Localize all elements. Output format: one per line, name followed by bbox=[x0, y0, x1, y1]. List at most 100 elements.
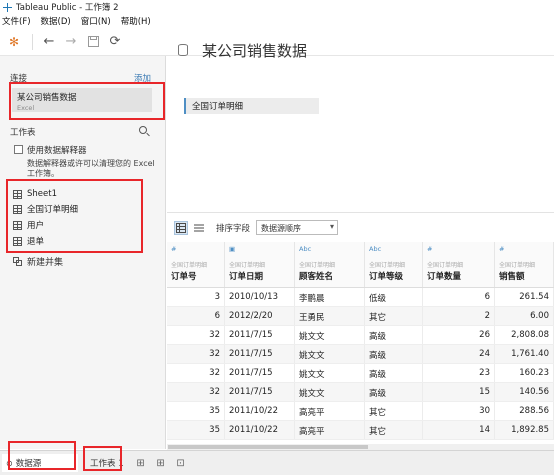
table-cell: 高级 bbox=[365, 383, 423, 401]
list-view-icon[interactable] bbox=[192, 221, 206, 235]
table-cell: 低级 bbox=[365, 288, 423, 306]
scrollbar-thumb[interactable] bbox=[168, 445, 368, 449]
table-cell: 1,761.40 bbox=[495, 345, 554, 363]
table-cell: 32 bbox=[167, 345, 225, 363]
table-cell: 高级 bbox=[365, 326, 423, 344]
table-cell: 24 bbox=[423, 345, 495, 363]
column-header-order-date[interactable]: ▣ 全国订单明细 订单日期 bbox=[225, 242, 295, 287]
string-type-icon[interactable]: Abc bbox=[369, 245, 418, 255]
grid-header-row: # 全国订单明细 订单号 ▣ 全国订单明细 订单日期 Abc 全国订单明细 顾客… bbox=[167, 242, 554, 288]
grid-toolbar: 排序字段 数据源顺序 bbox=[167, 212, 554, 242]
table-cell: 2011/7/15 bbox=[225, 364, 295, 382]
date-type-icon[interactable]: ▣ bbox=[229, 245, 290, 255]
table-row: 32 2011/7/15 姚文文 高级 26 2,808.08 bbox=[167, 326, 554, 345]
data-interpreter-checkbox[interactable] bbox=[14, 145, 23, 154]
toolbar-divider bbox=[32, 33, 33, 50]
datasource-title[interactable]: 某公司销售数据 bbox=[202, 40, 307, 61]
table-cell: 高级 bbox=[365, 364, 423, 382]
column-name: 订单数量 bbox=[427, 272, 462, 282]
tableau-logo-icon[interactable]: ✻ bbox=[6, 34, 22, 50]
table-cell: 高亮平 bbox=[295, 421, 365, 439]
column-header-sales[interactable]: # 全国订单明细 销售额 bbox=[495, 242, 554, 287]
union-icon bbox=[13, 256, 23, 267]
refresh-icon[interactable]: ⟳ bbox=[107, 34, 123, 50]
new-worksheet-icon[interactable]: ⊞ bbox=[134, 456, 148, 470]
column-source: 全国订单明细 bbox=[499, 262, 536, 269]
table-row: 32 2011/7/15 姚文文 高级 15 140.56 bbox=[167, 383, 554, 402]
table-cell: 1,892.85 bbox=[495, 421, 554, 439]
table-cell: 2011/7/15 bbox=[225, 383, 295, 401]
table-cell: 2011/10/22 bbox=[225, 421, 295, 439]
column-header-order-level[interactable]: Abc 全国订单明细 订单等级 bbox=[365, 242, 423, 287]
table-cell: 14 bbox=[423, 421, 495, 439]
table-cell: 2011/7/15 bbox=[225, 345, 295, 363]
number-type-icon[interactable]: # bbox=[427, 245, 490, 255]
back-arrow-icon[interactable]: ← bbox=[41, 34, 57, 50]
column-name: 销售额 bbox=[499, 272, 525, 282]
table-cell: 140.56 bbox=[495, 383, 554, 401]
sort-field-dropdown[interactable]: 数据源顺序 bbox=[256, 220, 339, 235]
table-cell: 23 bbox=[423, 364, 495, 382]
table-cell: 288.56 bbox=[495, 402, 554, 420]
table-cell: 2011/7/15 bbox=[225, 326, 295, 344]
highlight-sheets bbox=[6, 179, 143, 253]
menu-data[interactable]: 数据(D) bbox=[41, 15, 71, 27]
table-row: 35 2011/10/22 高亮平 其它 14 1,892.85 bbox=[167, 421, 554, 440]
column-header-customer-name[interactable]: Abc 全国订单明细 顾客姓名 bbox=[295, 242, 365, 287]
table-cell: 2011/10/22 bbox=[225, 402, 295, 420]
tableau-logo-icon bbox=[3, 2, 12, 12]
table-cell: 其它 bbox=[365, 421, 423, 439]
table-cell: 2012/2/20 bbox=[225, 307, 295, 325]
table-cell: 35 bbox=[167, 421, 225, 439]
table-cell: 高级 bbox=[365, 345, 423, 363]
menu-help[interactable]: 帮助(H) bbox=[121, 15, 151, 27]
number-type-icon[interactable]: # bbox=[499, 245, 549, 255]
column-source: 全国订单明细 bbox=[299, 262, 336, 269]
data-interpreter-description: 数据解释器或许可以清理您的 Excel 工作簿。 bbox=[27, 159, 155, 178]
table-cell: 高亮平 bbox=[295, 402, 365, 420]
left-panel: 连接 添加 某公司销售数据 Excel 工作表 使用数据解释器 数据解释器或许可… bbox=[0, 56, 166, 449]
table-cell: 3 bbox=[167, 288, 225, 306]
table-cell: 其它 bbox=[365, 307, 423, 325]
column-header-order-quantity[interactable]: # 全国订单明细 订单数量 bbox=[423, 242, 495, 287]
sort-field-label: 排序字段 bbox=[216, 223, 251, 234]
table-cell: 姚文文 bbox=[295, 383, 365, 401]
menu-file[interactable]: 文件(F) bbox=[2, 15, 31, 27]
table-cell: 32 bbox=[167, 383, 225, 401]
number-type-icon[interactable]: # bbox=[171, 245, 220, 255]
column-name: 订单日期 bbox=[229, 272, 264, 282]
save-icon[interactable] bbox=[85, 34, 101, 50]
table-cell: 6 bbox=[167, 307, 225, 325]
grid-view-icon[interactable] bbox=[174, 220, 188, 235]
table-cell: 2 bbox=[423, 307, 495, 325]
table-cell: 261.54 bbox=[495, 288, 554, 306]
table-cell: 姚文文 bbox=[295, 345, 365, 363]
new-union-item[interactable]: 新建并集 bbox=[13, 255, 63, 268]
table-cell: 35 bbox=[167, 402, 225, 420]
column-header-order-id[interactable]: # 全国订单明细 订单号 bbox=[167, 242, 225, 287]
grid-body: 3 2010/10/13 李鹏晨 低级 6 261.54 6 2012/2/20 王勇民 其它 2 6… bbox=[167, 288, 554, 440]
new-dashboard-icon[interactable]: ⊞ bbox=[154, 456, 168, 470]
database-icon bbox=[178, 44, 188, 56]
table-cell: 其它 bbox=[365, 402, 423, 420]
table-cell: 160.23 bbox=[495, 364, 554, 382]
table-row: 32 2011/7/15 姚文文 高级 24 1,761.40 bbox=[167, 345, 554, 364]
forward-arrow-icon[interactable]: → bbox=[63, 34, 79, 50]
column-source: 全国订单明细 bbox=[369, 262, 406, 269]
highlight-connection bbox=[9, 82, 165, 120]
table-row: 6 2012/2/20 王勇民 其它 2 6.00 bbox=[167, 307, 554, 326]
table-cell: 30 bbox=[423, 402, 495, 420]
window-title: Tableau Public - 工作簿 2 bbox=[16, 3, 119, 13]
search-icon[interactable] bbox=[139, 126, 147, 134]
table-cell: 6 bbox=[423, 288, 495, 306]
title-bar: Tableau Public - 工作簿 2 bbox=[0, 0, 554, 14]
table-chip-order-details[interactable]: 全国订单明细 bbox=[184, 98, 319, 114]
column-name: 顾客姓名 bbox=[299, 272, 334, 282]
string-type-icon[interactable]: Abc bbox=[299, 245, 360, 255]
new-story-icon[interactable]: ⊡ bbox=[174, 456, 188, 470]
table-cell: 李鹏晨 bbox=[295, 288, 365, 306]
table-cell: 26 bbox=[423, 326, 495, 344]
worksheets-heading: 工作表 bbox=[10, 128, 36, 138]
menu-window[interactable]: 窗口(N) bbox=[81, 15, 111, 27]
column-name: 订单等级 bbox=[369, 272, 404, 282]
